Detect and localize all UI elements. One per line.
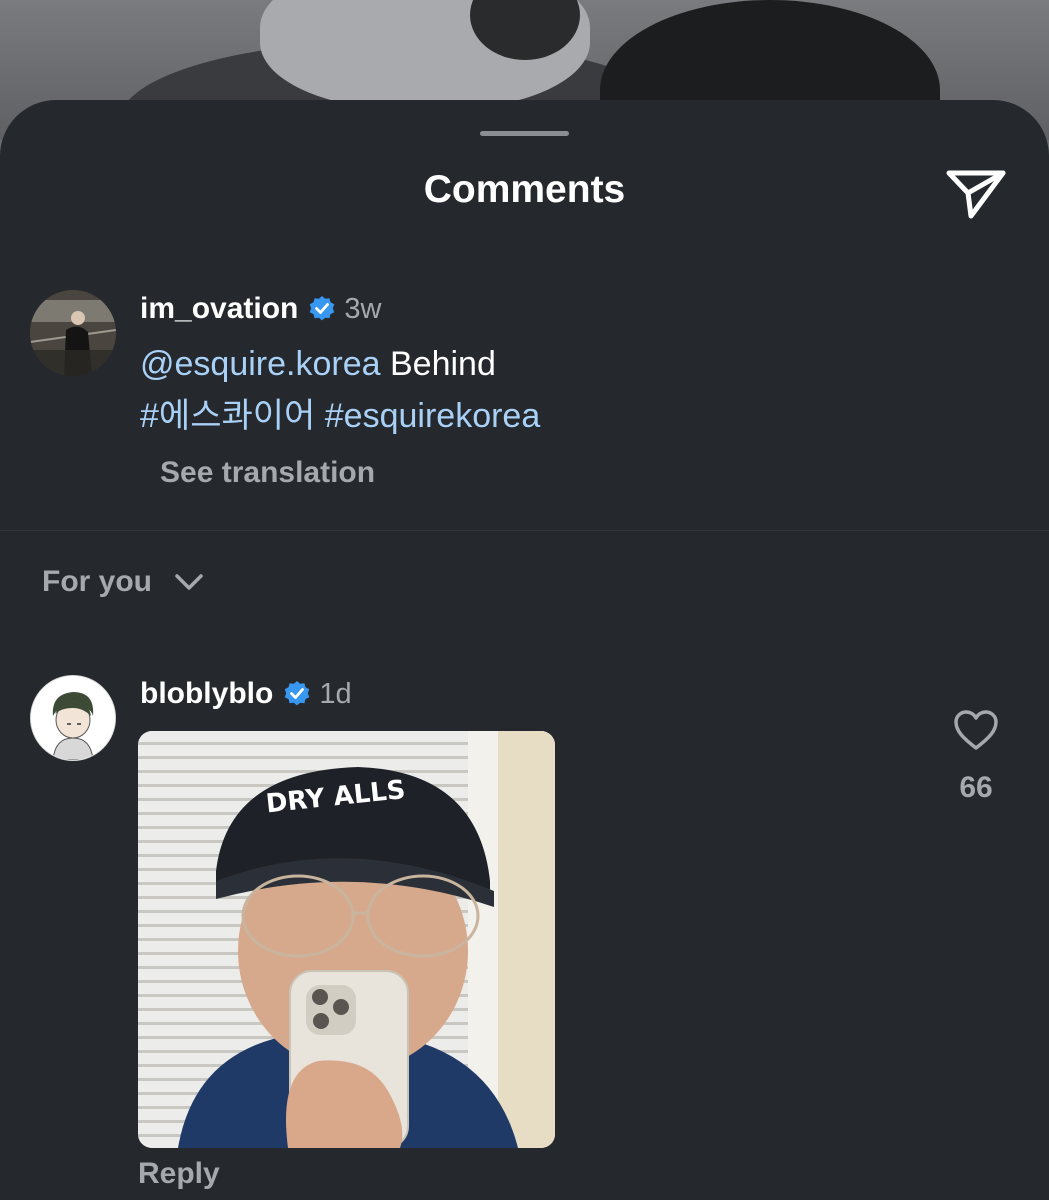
drag-handle[interactable] (480, 131, 569, 136)
like-count: 66 (959, 771, 993, 804)
avatar[interactable] (30, 290, 116, 376)
caption-body: Behind (389, 345, 496, 383)
reply-button[interactable]: Reply (138, 1157, 220, 1191)
caption-text: @esquire.korea Behind #에스콰이어 #esquirekor… (140, 338, 540, 442)
hashtag-link[interactable]: #에스콰이어 (140, 397, 315, 435)
mention-link[interactable]: @esquire.korea (140, 345, 381, 383)
caption-username[interactable]: im_ovation (140, 292, 298, 326)
heart-icon[interactable] (953, 709, 999, 751)
comment-time: 1d (319, 677, 352, 710)
paper-plane-icon[interactable] (944, 166, 1008, 222)
avatar-illustration (31, 676, 115, 760)
divider (0, 530, 1049, 531)
gif-image: DRY ALLS (138, 731, 555, 1148)
screen: Comments im_ovation 3w @esquire.korea Be… (0, 0, 1049, 1200)
sort-dropdown[interactable]: For you (42, 565, 204, 599)
like-control: 66 (948, 709, 1004, 805)
sort-label: For you (42, 565, 152, 598)
verified-badge-icon (285, 681, 310, 706)
chevron-down-icon (175, 574, 203, 590)
caption-header: im_ovation 3w (140, 292, 381, 326)
caption-time: 3w (344, 292, 382, 325)
verified-badge-icon (310, 296, 335, 321)
avatar-photo (30, 290, 116, 376)
hashtag-link[interactable]: #esquirekorea (325, 397, 540, 435)
comments-sheet: Comments im_ovation 3w @esquire.korea Be… (0, 100, 1049, 1200)
sheet-title: Comments (423, 168, 626, 211)
comment-gif[interactable]: DRY ALLS (138, 731, 555, 1148)
see-translation-button[interactable]: See translation (160, 456, 375, 490)
comment-header: bloblyblo 1d (140, 677, 352, 711)
avatar[interactable] (30, 675, 116, 761)
comment-username[interactable]: bloblyblo (140, 677, 273, 711)
